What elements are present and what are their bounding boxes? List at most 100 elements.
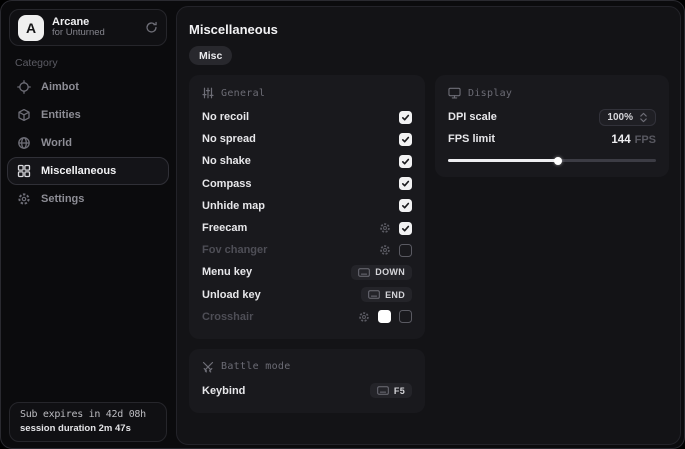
row-label: Freecam — [202, 222, 247, 234]
crosshair-icon — [17, 80, 31, 94]
row-fps-limit: FPS limit 144 FPS — [448, 128, 656, 150]
check-icon — [401, 113, 410, 122]
globe-icon — [17, 136, 31, 150]
sidebar-item-label: Miscellaneous — [41, 165, 116, 177]
row-label: Unhide map — [202, 200, 265, 212]
display-card: Display DPI scale 100% — [435, 75, 669, 177]
sidebar-item-aimbot[interactable]: Aimbot — [7, 73, 169, 101]
monitor-icon — [448, 87, 461, 99]
check-icon — [401, 157, 410, 166]
row-controls — [379, 244, 412, 257]
app-subtitle: for Unturned — [52, 28, 137, 39]
crosshair-gear-icon[interactable] — [358, 311, 370, 323]
row-controls — [358, 310, 412, 323]
freecam-checkbox[interactable] — [399, 222, 412, 235]
general-card-title: General — [221, 88, 265, 99]
sidebar-item-world[interactable]: World — [7, 129, 169, 157]
slider-thumb[interactable] — [554, 157, 562, 165]
app-header-card: A Arcane for Unturned — [9, 9, 167, 46]
row-controls — [379, 222, 412, 235]
row-controls — [399, 133, 412, 146]
compass-checkbox[interactable] — [399, 177, 412, 190]
fps-value-unit: FPS — [635, 134, 656, 146]
page-title: Miscellaneous — [189, 22, 278, 37]
check-icon — [401, 135, 410, 144]
row-label: Compass — [202, 178, 252, 190]
sidebar-item-entities[interactable]: Entities — [7, 101, 169, 129]
fov-changer-checkbox[interactable] — [399, 244, 412, 257]
keyboard-icon — [368, 290, 380, 299]
sidebar-item-label: World — [41, 137, 72, 149]
row-crosshair: Crosshair — [202, 306, 412, 328]
app-meta: Arcane for Unturned — [52, 16, 137, 40]
row-compass: Compass — [202, 173, 412, 195]
sidebar-item-label: Settings — [41, 193, 84, 205]
row-label: FPS limit — [448, 133, 495, 145]
row-no-recoil: No recoil — [202, 106, 412, 128]
display-card-header: Display — [448, 85, 656, 101]
right-column: Display DPI scale 100% — [435, 75, 669, 177]
keybind-value: F5 — [394, 386, 405, 396]
tab-misc[interactable]: Misc — [189, 46, 232, 65]
swords-icon — [202, 361, 214, 373]
display-card-title: Display — [468, 88, 512, 99]
check-icon — [401, 179, 410, 188]
row-label: No spread — [202, 133, 256, 145]
crosshair-checkbox[interactable] — [399, 310, 412, 323]
sidebar-item-label: Entities — [41, 109, 81, 121]
no-shake-checkbox[interactable] — [399, 155, 412, 168]
check-icon — [401, 201, 410, 210]
keyboard-icon — [358, 268, 370, 277]
chevrons-up-down-icon — [639, 112, 648, 123]
avatar: A — [18, 15, 44, 41]
row-fov-changer: Fov changer — [202, 239, 412, 261]
row-dpi-scale: DPI scale 100% — [448, 106, 656, 128]
sidebar-item-miscellaneous[interactable]: Miscellaneous — [7, 157, 169, 185]
unload-key-binding[interactable]: END — [361, 287, 412, 302]
slider-fill — [448, 159, 558, 162]
sidebar: A Arcane for Unturned Category A — [1, 1, 175, 448]
cube-icon — [17, 108, 31, 122]
battle-keybind-binding[interactable]: F5 — [370, 383, 412, 398]
sub-expires-text: Sub expires in 42d 08h — [20, 409, 156, 420]
row-freecam: Freecam — [202, 217, 412, 239]
no-spread-checkbox[interactable] — [399, 133, 412, 146]
battle-card-header: Battle mode — [202, 359, 412, 375]
row-label: Fov changer — [202, 244, 267, 256]
row-controls — [399, 177, 412, 190]
unhide-map-checkbox[interactable] — [399, 199, 412, 212]
dpi-scale-select[interactable]: 100% — [599, 109, 656, 126]
row-label: Keybind — [202, 385, 245, 397]
keybind-value: END — [385, 290, 405, 300]
row-label: Menu key — [202, 266, 252, 278]
row-controls: DOWN — [351, 265, 412, 280]
row-controls: END — [361, 287, 412, 302]
app-window: A Arcane for Unturned Category A — [0, 0, 685, 449]
row-unload-key: Unload key END — [202, 284, 412, 306]
fps-value-number: 144 — [611, 134, 630, 146]
check-icon — [401, 224, 410, 233]
no-recoil-checkbox[interactable] — [399, 111, 412, 124]
menu-key-binding[interactable]: DOWN — [351, 265, 412, 280]
row-controls — [399, 199, 412, 212]
content-columns: General No recoil No spread — [189, 75, 669, 413]
refresh-icon[interactable] — [145, 21, 158, 34]
crosshair-color-swatch[interactable] — [378, 310, 391, 323]
sidebar-item-settings[interactable]: Settings — [7, 185, 169, 213]
row-controls: F5 — [370, 383, 412, 398]
row-controls — [399, 111, 412, 124]
category-label: Category — [15, 57, 58, 69]
fps-limit-slider[interactable] — [448, 154, 656, 166]
keybind-value: DOWN — [375, 267, 405, 277]
main-panel: Miscellaneous Misc General — [176, 6, 681, 445]
grid-icon — [17, 164, 31, 178]
fov-gear-icon[interactable] — [379, 244, 391, 256]
row-unhide-map: Unhide map — [202, 195, 412, 217]
battle-mode-card: Battle mode Keybind F5 — [189, 349, 425, 413]
sidebar-nav: Aimbot Entities World — [1, 73, 175, 213]
row-label: Unload key — [202, 289, 261, 301]
freecam-gear-icon[interactable] — [379, 222, 391, 234]
fps-limit-value: 144 FPS — [611, 130, 656, 148]
session-duration-text: session duration 2m 47s — [20, 423, 156, 434]
row-label: DPI scale — [448, 111, 497, 123]
